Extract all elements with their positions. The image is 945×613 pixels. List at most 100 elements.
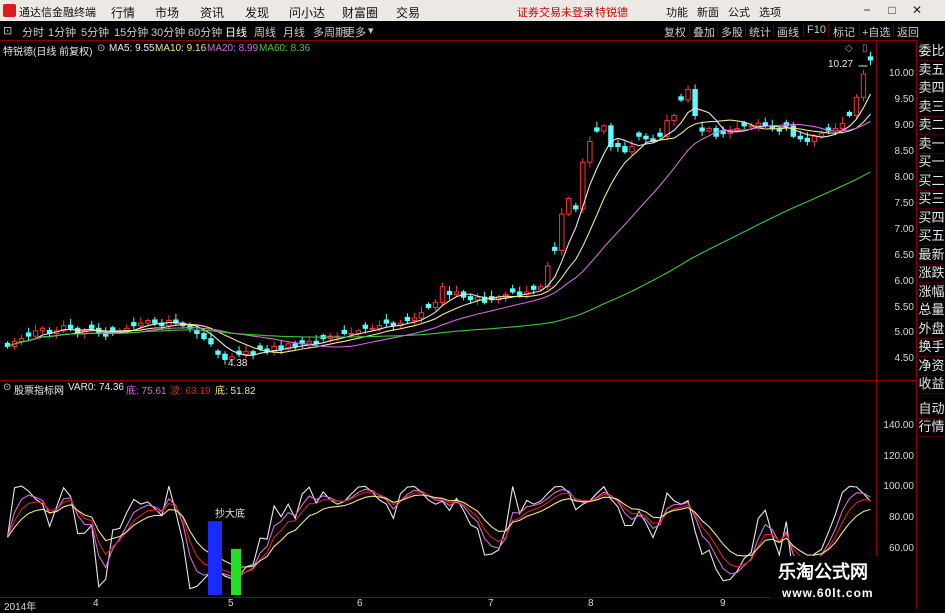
btn-duogu[interactable]: 多股 (721, 24, 743, 40)
side-tab-3[interactable]: 卖三 (918, 98, 945, 117)
x-axis-month-label: 2014年 (4, 602, 37, 613)
period-more[interactable]: 更多 (344, 24, 366, 40)
menu-gongneng[interactable]: 功能 (666, 4, 688, 20)
candle-down (678, 96, 684, 101)
minimize-icon[interactable]: − (860, 3, 874, 17)
btn-biaoji[interactable]: 标记 (833, 24, 855, 40)
price-axis-tick: 4.50 (894, 353, 914, 365)
x-axis-month-label: 8 (588, 598, 594, 609)
toolbar-divider (803, 24, 804, 37)
side-tab-5[interactable]: 卖一 (918, 135, 945, 154)
side-tab-10[interactable]: 买五 (918, 227, 945, 246)
ma-line-ma20 (7, 121, 871, 348)
login-notice[interactable]: 证券交易未登录 (517, 4, 594, 20)
indicator-line-0 (6, 485, 871, 590)
period-60min[interactable]: 60分钟 (188, 24, 222, 40)
buy-signal-annotation: 抄大底 (215, 509, 245, 520)
btn-huaxian[interactable]: 画线 (777, 24, 799, 40)
menu-zixun[interactable]: 资讯 (200, 4, 224, 21)
side-tab-2[interactable]: 卖四 (918, 79, 945, 98)
side-tab-18[interactable]: 收益 (918, 375, 945, 394)
toolbar-divider (828, 24, 829, 37)
side-tab-9[interactable]: 买四 (918, 209, 945, 228)
candle-down (516, 291, 523, 296)
menu-shichang[interactable]: 市场 (155, 4, 179, 21)
side-tab-12[interactable]: 涨跌 (918, 264, 945, 283)
side-tab-13[interactable]: 涨幅 (918, 283, 945, 302)
menu-gongshi[interactable]: 公式 (728, 4, 750, 20)
candle-up (839, 122, 846, 129)
candle-up (376, 325, 383, 329)
btn-zixuan[interactable]: +自选 (862, 24, 890, 40)
period-15min[interactable]: 15分钟 (114, 24, 148, 40)
menu-caifuquan[interactable]: 财富圈 (342, 4, 378, 21)
period-fenshi[interactable]: 分时 (22, 24, 44, 40)
candle-up (474, 296, 481, 301)
candle-down (362, 324, 369, 329)
indicator-panel[interactable]: ⊙ 股票指标网 VAR0: 74.36 底: 75.61 波: 63.19 底:… (0, 381, 876, 597)
btn-f10[interactable]: F10 (807, 24, 826, 36)
menu-xinmian[interactable]: 新面 (697, 4, 719, 20)
side-tab-15[interactable]: 外盘 (918, 320, 945, 339)
candle-up (811, 135, 818, 142)
price-axis-tick: 10.00 (888, 67, 914, 79)
candle-up (348, 332, 354, 335)
maximize-icon[interactable]: □ (885, 3, 899, 17)
pin-icon[interactable]: ⊡ (3, 24, 12, 37)
btn-diejia[interactable]: 叠加 (693, 24, 715, 40)
x-axis-month-label: 9 (720, 598, 726, 609)
menu-faxian[interactable]: 发现 (245, 4, 269, 21)
period-1min[interactable]: 1分钟 (48, 24, 76, 40)
watermark-title: 乐淘公式网 (778, 562, 868, 582)
side-tab-14[interactable]: 总量 (918, 301, 945, 320)
toolbar-divider (773, 24, 774, 37)
side-tab-4[interactable]: 卖二 (918, 116, 945, 135)
side-tab-20[interactable]: 行情 (918, 418, 945, 437)
candle-down (390, 322, 397, 327)
btn-fanhui[interactable]: 返回 (897, 24, 919, 40)
btn-fuquan[interactable]: 复权 (664, 24, 686, 40)
menu-wenxiaoda[interactable]: 问小达 (289, 4, 325, 21)
candle-up (243, 351, 249, 355)
period-weekly[interactable]: 周线 (254, 24, 276, 40)
candle-down (643, 135, 649, 140)
period-multi[interactable]: 多周期 (313, 24, 346, 40)
period-5min[interactable]: 5分钟 (81, 24, 109, 40)
side-tab-19[interactable]: 自动 (918, 400, 945, 419)
candle-down (867, 56, 874, 61)
menu-hangqing[interactable]: 行情 (111, 4, 135, 21)
side-tab-0[interactable]: 委比 (918, 42, 945, 61)
candle-down (846, 111, 853, 116)
menu-xuanxiang[interactable]: 选项 (759, 4, 781, 20)
candle-up (145, 320, 151, 324)
candle-down (594, 127, 600, 132)
price-axis-tick: 5.50 (894, 301, 914, 313)
period-monthly[interactable]: 月线 (283, 24, 305, 40)
price-chart-panel[interactable]: 特锐德(日线 前复权) ⊙ MA5: 9.55 MA10: 9.16 MA20:… (0, 40, 876, 381)
side-tab-7[interactable]: 买二 (918, 172, 945, 191)
site-watermark: 乐淘公式网 www.60lt.com (770, 556, 916, 609)
candle-down (573, 205, 579, 210)
side-tab-11[interactable]: 最新 (918, 246, 945, 265)
close-icon[interactable]: ✕ (910, 3, 924, 17)
btn-tongji[interactable]: 统计 (749, 24, 771, 40)
more-chevron-icon[interactable]: ▾ (368, 24, 374, 37)
toolbar-divider (689, 24, 690, 37)
period-30min[interactable]: 30分钟 (151, 24, 185, 40)
side-tab-8[interactable]: 买三 (918, 190, 945, 209)
side-tab-6[interactable]: 买一 (918, 153, 945, 172)
indicator-axis-tick: 140.00 (883, 419, 914, 431)
date-x-axis: 2014年 4 5 6 7 8 9 (0, 597, 876, 613)
menu-jiaoyi[interactable]: 交易 (396, 4, 420, 21)
price-axis-tick: 7.00 (894, 223, 914, 235)
quote-side-panel: 委比 卖五 卖四 卖三 卖二 卖一 买一 买二 买三 买四 买五 最新 涨跌 涨幅 总量 外盘 换手 净资 收益自动… (916, 40, 945, 609)
app-title: 通达信金融终端 (19, 7, 96, 19)
side-tab-16[interactable]: 换手 (918, 338, 945, 357)
high-price-label: 10.27 (828, 59, 854, 70)
toolbar-divider (717, 24, 718, 37)
side-tab-17[interactable]: 净资 (918, 357, 945, 376)
period-daily[interactable]: 日线 (225, 24, 247, 40)
side-tab-1[interactable]: 卖五 (918, 61, 945, 80)
candle-up (685, 89, 691, 101)
candle-up (32, 330, 39, 337)
